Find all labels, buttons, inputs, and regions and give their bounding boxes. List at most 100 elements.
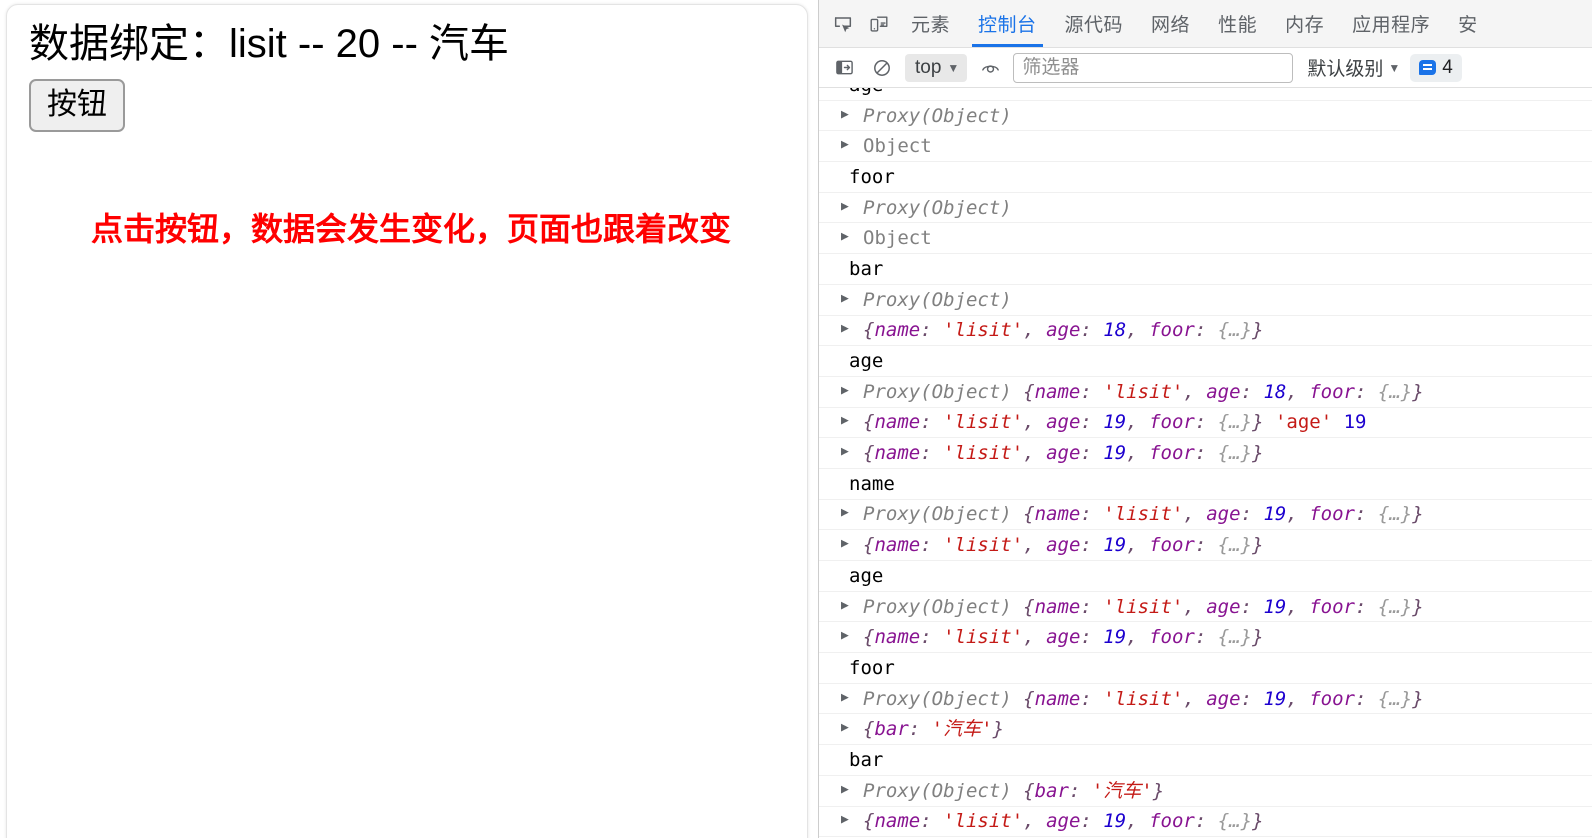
console-token: 'lisit' [943,626,1024,649]
info-count-badge[interactable]: 4 [1410,53,1462,82]
expand-triangle-icon[interactable]: ▶ [841,621,857,651]
console-group-label[interactable]: bar [819,254,1592,285]
expand-triangle-icon[interactable]: ▶ [841,100,857,130]
console-token: : [1080,687,1104,710]
console-token: : [1355,595,1378,618]
console-object-row[interactable]: ▶ Proxy(Object) {name: 'lisit', age: 18, … [819,377,1592,408]
console-token: name [874,534,921,557]
console-object-row[interactable]: ▶ {name: 'lisit', age: 19, foor: {…}} [819,438,1592,469]
console-group-label[interactable]: age [819,88,1592,101]
live-expression-icon[interactable] [975,54,1005,82]
console-object-row[interactable]: ▶ {name: 'lisit', age: 19, foor: {…}} [819,807,1592,838]
console-group-label[interactable]: name [819,469,1592,500]
expand-triangle-icon[interactable]: ▶ [841,437,857,467]
console-token: } [1252,534,1264,557]
execution-context-select[interactable]: top ▼ [905,53,968,82]
console-object-row[interactable]: ▶ Proxy(Object) {name: 'lisit', age: 19, … [819,500,1592,531]
tab-sources[interactable]: 源代码 [1051,1,1138,47]
tab-performance[interactable]: 性能 [1204,1,1271,47]
console-object-row[interactable]: ▶ Object [819,222,1592,255]
console-token: , [1126,411,1150,434]
console-token: , [1126,319,1150,342]
console-token: 19 [1263,595,1287,618]
tab-label: 安 [1458,15,1478,36]
console-object-row[interactable]: ▶ Proxy(Object) [819,193,1592,224]
console-token: bar [1034,779,1069,802]
console-token: age [1046,319,1081,342]
console-token: : [1240,380,1264,403]
console-group-label[interactable]: age [819,346,1592,377]
console-token: age [1046,411,1081,434]
console-sidebar-icon[interactable] [829,54,859,82]
expand-triangle-icon[interactable]: ▶ [841,591,857,621]
expand-triangle-icon[interactable]: ▶ [841,376,857,406]
expand-triangle-icon[interactable]: ▶ [841,805,857,835]
console-token: {…} [1217,626,1253,649]
info-bubble-icon [1419,60,1437,75]
inspect-element-icon[interactable] [825,7,861,41]
console-token: , [1023,626,1047,649]
expand-triangle-icon[interactable]: ▶ [841,406,857,436]
console-object-row[interactable]: ▶ {name: 'lisit', age: 19, foor: {…}} [819,530,1592,561]
filter-input[interactable] [1013,52,1294,83]
console-token: { [863,718,875,741]
expand-triangle-icon[interactable]: ▶ [841,314,857,344]
console-token: , [1023,442,1047,465]
expand-triangle-icon[interactable]: ▶ [841,683,857,713]
expand-triangle-icon[interactable]: ▶ [841,192,857,222]
console-token: foor [1309,380,1355,403]
expand-triangle-icon[interactable]: ▶ [841,130,857,160]
devtools-panel: 元素 控制台 源代码 网络 性能 内存 应用程序 安 top ▼ 筛选器 默认级… [818,0,1592,838]
console-token: foor [1149,411,1195,434]
console-object-row[interactable]: ▶ Proxy(Object) [819,285,1592,316]
console-token: { [1023,779,1035,802]
log-level-select[interactable]: 默认级别 ▼ [1305,54,1402,81]
console-token: {…} [1377,503,1413,526]
tab-memory[interactable]: 内存 [1271,1,1338,47]
console-message-list[interactable]: age▶Proxy(Object)▶Objectfoor▶Proxy(Objec… [819,88,1592,838]
console-object-row[interactable]: ▶ {name: 'lisit', age: 19, foor: {…}} [819,621,1592,654]
console-token: : [1080,503,1104,526]
console-token: : [920,442,944,465]
tab-network[interactable]: 网络 [1137,1,1204,47]
console-object-row[interactable]: ▶ {name: 'lisit', age: 19, foor: {…}} 'ag… [819,408,1592,439]
tab-application[interactable]: 应用程序 [1338,1,1444,47]
tab-console[interactable]: 控制台 [964,1,1051,47]
console-object-row[interactable]: ▶ {bar: '汽车'} [819,713,1592,746]
expand-triangle-icon[interactable]: ▶ [841,775,857,805]
console-token: foor [1149,442,1195,465]
tab-label: 内存 [1285,15,1325,36]
console-token: 18 [1263,380,1287,403]
expand-triangle-icon[interactable]: ▶ [841,498,857,528]
console-token: Object [863,227,932,250]
console-token: } [1252,319,1264,342]
console-object-row[interactable]: ▶ Proxy(Object) {name: 'lisit', age: 19, … [819,592,1592,623]
tab-security[interactable]: 安 [1444,1,1492,47]
expand-triangle-icon[interactable]: ▶ [841,713,857,743]
device-toolbar-icon[interactable] [861,7,897,41]
expand-triangle-icon[interactable]: ▶ [841,284,857,314]
expand-triangle-icon[interactable]: ▶ [841,529,857,559]
console-object-row[interactable]: ▶ Proxy(Object) {bar: '汽车'} [819,776,1592,807]
console-object-row[interactable]: ▶ Proxy(Object) {name: 'lisit', age: 19, … [819,684,1592,715]
console-group-label[interactable]: foor [819,653,1592,684]
console-scroll-area: age▶Proxy(Object)▶Objectfoor▶Proxy(Objec… [819,88,1592,838]
console-token: : [1080,595,1104,618]
tab-elements[interactable]: 元素 [897,1,964,47]
console-token: foor [1309,595,1355,618]
console-object-row[interactable]: ▶ Proxy(Object) [819,101,1592,132]
console-group-label[interactable]: bar [819,745,1592,776]
console-token: 19 [1103,411,1127,434]
console-token: : [920,534,944,557]
console-token: 'lisit' [943,534,1024,557]
console-group-label[interactable]: age [819,561,1592,592]
console-object-row[interactable]: ▶ {name: 'lisit', age: 18, foor: {…}} [819,316,1592,347]
console-object-row[interactable]: ▶ Object [819,130,1592,163]
console-token: 19 [1343,411,1367,434]
console-token: : [1080,626,1104,649]
action-button[interactable]: 按钮 [29,79,125,133]
console-token: : [920,411,944,434]
expand-triangle-icon[interactable]: ▶ [841,222,857,252]
console-group-label[interactable]: foor [819,162,1592,193]
clear-console-icon[interactable] [867,54,897,82]
